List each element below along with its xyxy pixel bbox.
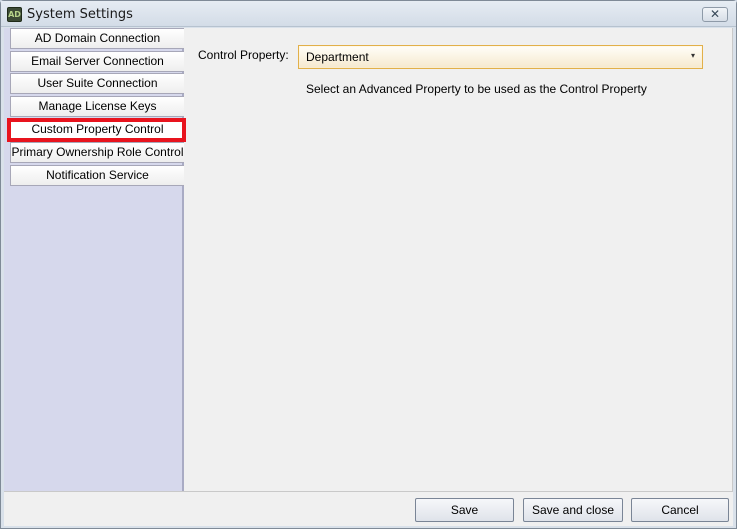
system-settings-window: AD System Settings ✕ AD Domain Connectio… — [0, 0, 737, 529]
sidebar-item-custom-property-control[interactable]: Custom Property Control — [10, 119, 184, 140]
sidebar-item-email-server-connection[interactable]: Email Server Connection — [10, 51, 184, 72]
dialog-footer: Save Save and close Cancel — [4, 491, 733, 526]
settings-sidebar: AD Domain Connection Email Server Connec… — [4, 28, 184, 491]
sidebar-item-notification-service[interactable]: Notification Service — [10, 165, 184, 186]
title-bar[interactable]: AD System Settings ✕ — [1, 1, 736, 27]
control-property-dropdown[interactable]: Department ▾ — [298, 45, 703, 69]
dialog-body: AD Domain Connection Email Server Connec… — [4, 28, 733, 526]
dropdown-selected-value: Department — [306, 50, 369, 64]
sidebar-item-user-suite-connection[interactable]: User Suite Connection — [10, 73, 184, 94]
app-logo-icon: AD — [7, 7, 22, 22]
window-title: System Settings — [27, 7, 133, 22]
control-property-label: Control Property: — [198, 48, 289, 62]
help-text: Select an Advanced Property to be used a… — [306, 82, 647, 96]
sidebar-item-ad-domain-connection[interactable]: AD Domain Connection — [10, 28, 184, 49]
sidebar-item-manage-license-keys[interactable]: Manage License Keys — [10, 96, 184, 117]
save-and-close-button[interactable]: Save and close — [523, 498, 623, 522]
save-button[interactable]: Save — [415, 498, 514, 522]
custom-property-panel: Control Property: Department ▾ Select an… — [186, 28, 733, 491]
close-button[interactable]: ✕ — [702, 7, 728, 22]
cancel-button[interactable]: Cancel — [631, 498, 729, 522]
chevron-down-icon[interactable]: ▾ — [691, 51, 695, 60]
sidebar-item-primary-ownership-role-control[interactable]: Primary Ownership Role Control — [10, 142, 184, 163]
dropdown-field[interactable]: Department ▾ — [300, 47, 701, 67]
